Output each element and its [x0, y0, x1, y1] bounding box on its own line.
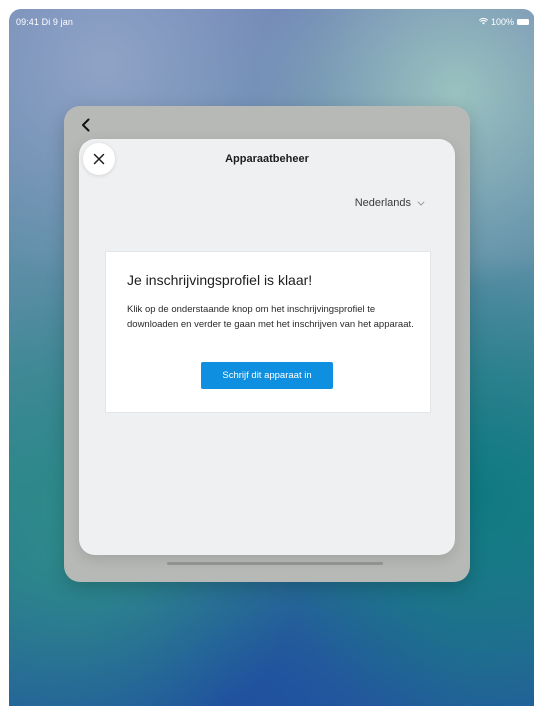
enrollment-card: Je inschrijvingsprofiel is klaar! Klik o…: [105, 251, 431, 413]
card-body-text: Klik op de onderstaande knop om het insc…: [127, 304, 414, 330]
modal-title: Apparaatbeheer: [225, 153, 309, 165]
card-heading: Je inschrijvingsprofiel is klaar!: [127, 272, 313, 288]
enrollment-modal: Apparaatbeheer Nederlands Je inschrijvin…: [79, 139, 455, 555]
enroll-device-button[interactable]: Schrijf dit apparaat in: [201, 362, 333, 389]
status-bar: 09:41 Di 9 jan 100%: [9, 9, 534, 31]
language-select[interactable]: Nederlands: [355, 197, 425, 209]
battery-icon: [517, 19, 529, 25]
chevron-down-icon: [417, 200, 425, 206]
battery-percentage: 100%: [490, 17, 514, 27]
language-select-value: Nederlands: [354, 197, 411, 209]
home-indicator: [167, 562, 383, 565]
wifi-icon: [478, 17, 489, 27]
status-indicators: 100%: [478, 17, 529, 27]
status-time-date: 09:41 Di 9 jan: [16, 17, 73, 27]
back-chevron-icon[interactable]: [80, 118, 94, 134]
